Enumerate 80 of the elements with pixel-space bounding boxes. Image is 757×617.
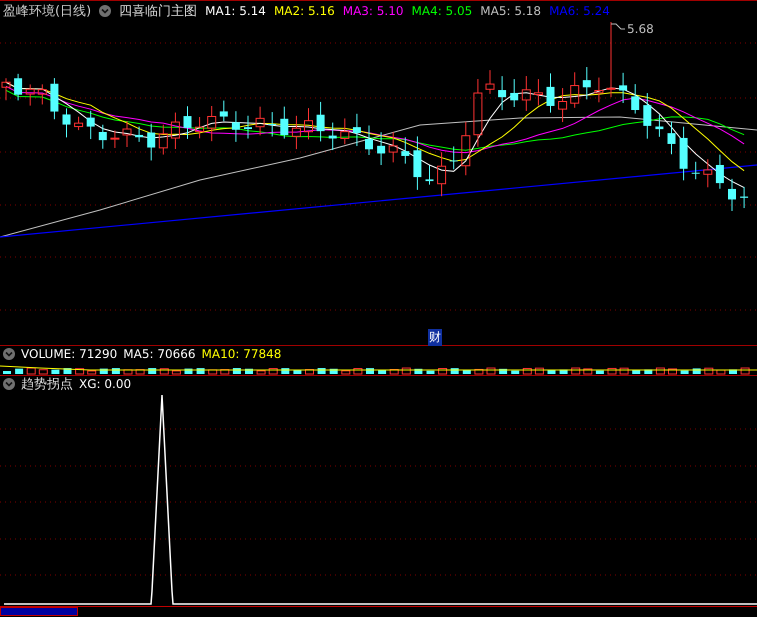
indicator-reading: XG: 0.00 (79, 376, 132, 390)
candlestick (86, 110, 95, 140)
candlestick (558, 88, 568, 123)
candlestick (740, 186, 748, 209)
candlestick (643, 92, 652, 140)
candlestick (147, 123, 156, 161)
candlestick (594, 77, 604, 103)
candlestick (184, 106, 192, 140)
candlestick (316, 101, 325, 142)
candlestick (328, 122, 337, 151)
candlestick (50, 78, 58, 120)
candlestick (232, 110, 240, 142)
candlestick (268, 112, 276, 137)
candlestick (413, 136, 422, 190)
ma-reading: MA2: 5.16 (274, 4, 335, 18)
candlestick (680, 126, 688, 181)
dropdown-icon[interactable] (3, 348, 15, 360)
candlestick (170, 112, 180, 150)
candlestick (703, 158, 712, 188)
candlestick (486, 70, 494, 94)
candlestick (450, 146, 458, 170)
candlestick (365, 125, 373, 156)
candlestick (619, 72, 628, 104)
candlestick (2, 78, 10, 101)
volume-reading: VOLUME: 71290 (21, 346, 118, 360)
candlestick (304, 108, 313, 140)
candlestick (256, 106, 265, 136)
candlestick (401, 136, 410, 164)
volume-reading: MA5: 70666 (123, 346, 196, 360)
ma-reading: MA3: 5.10 (342, 4, 404, 18)
ma-reading: MA1: 5.14 (205, 4, 266, 18)
candlestick (655, 114, 664, 138)
ma-reading: MA4: 5.05 (412, 4, 472, 18)
candlestick (692, 161, 700, 180)
candlestick (98, 124, 107, 150)
candlestick (377, 132, 386, 166)
candlestick (207, 106, 216, 142)
finance-marker[interactable]: 财 (428, 329, 442, 346)
ma-reading: MA5: 5.18 (480, 4, 542, 18)
candlestick (473, 78, 482, 148)
candlestick (582, 66, 591, 100)
dropdown-icon[interactable] (99, 4, 112, 16)
candlestick (195, 116, 204, 139)
indicator-name: 四喜临门主图 (119, 2, 198, 20)
candlestick (510, 78, 518, 108)
candlestick (437, 152, 446, 197)
candlestick (14, 73, 22, 101)
candlestick (668, 121, 676, 155)
candlestick (728, 178, 736, 212)
volume-reading: MA10: 77848 (202, 346, 282, 360)
candlestick (280, 106, 288, 140)
stock-title: 盈峰环境(日线) (3, 2, 92, 20)
candlestick (292, 115, 301, 150)
candlestick (570, 72, 580, 108)
candlestick (388, 132, 398, 163)
candlestick (122, 120, 132, 148)
candlestick (38, 84, 47, 105)
ma-reading: MA6: 5.24 (549, 4, 610, 18)
candlestick (220, 100, 228, 122)
candlestick (158, 124, 168, 156)
candlestick (716, 154, 724, 190)
candlestick (426, 164, 434, 186)
candlestick (534, 78, 543, 106)
candlestick (352, 113, 361, 147)
candlestick (135, 126, 144, 142)
candlestick (498, 76, 506, 111)
candlestick (522, 76, 531, 112)
dropdown-icon[interactable] (3, 378, 15, 390)
candlestick (244, 115, 252, 139)
candlestick (631, 84, 640, 114)
candlestick (74, 116, 84, 131)
candlestick (546, 72, 554, 114)
leader-line (610, 24, 626, 30)
candlestick (110, 130, 120, 148)
candlestick (62, 108, 70, 138)
indicator-name: 趋势拐点 (21, 376, 73, 392)
candlestick (340, 118, 350, 145)
max-price-label: 5.68 (627, 22, 654, 36)
candlestick (461, 121, 470, 176)
candlestick (26, 84, 35, 106)
